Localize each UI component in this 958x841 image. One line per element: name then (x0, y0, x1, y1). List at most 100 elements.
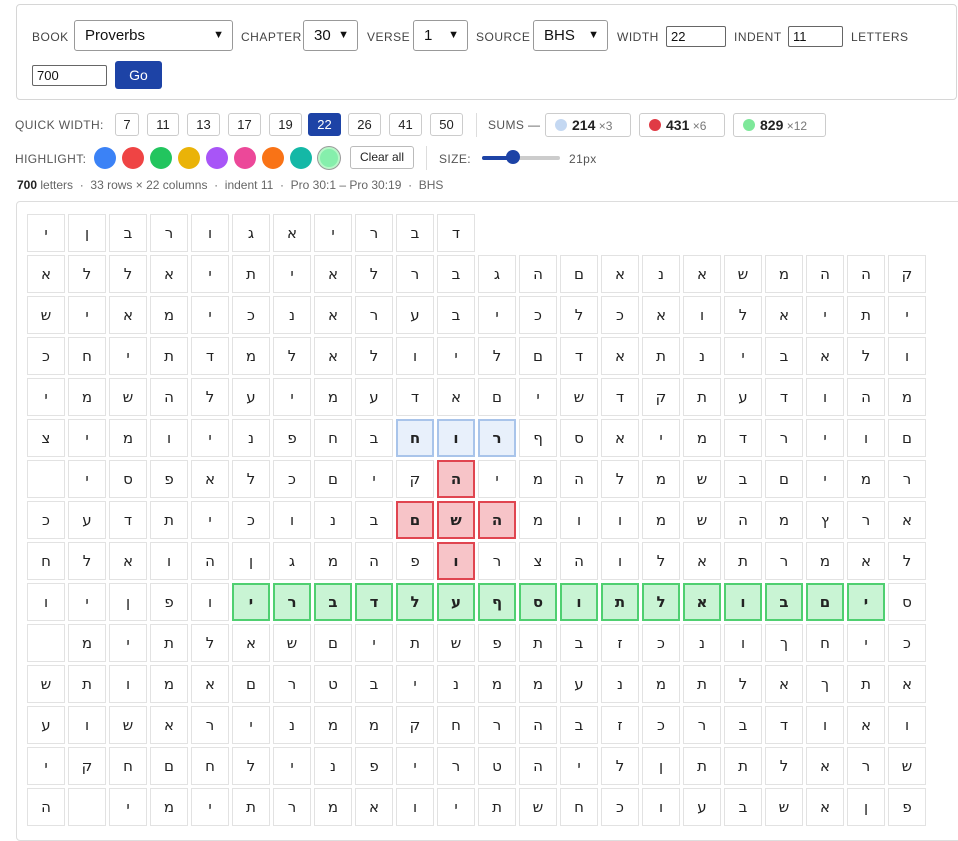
letter-cell[interactable]: ו (437, 419, 475, 457)
letter-cell[interactable]: מ (519, 501, 557, 539)
letter-cell[interactable]: ח (109, 747, 147, 785)
letter-cell[interactable]: מ (314, 706, 352, 744)
letter-cell[interactable]: א (314, 337, 352, 375)
letter-cell[interactable]: ד (601, 378, 639, 416)
letter-cell[interactable]: ו (68, 706, 106, 744)
letter-cell[interactable]: ח (68, 337, 106, 375)
letter-cell[interactable]: ב (560, 624, 598, 662)
letter-cell[interactable]: פ (478, 624, 516, 662)
letter-cell[interactable]: ו (888, 706, 926, 744)
letter-cell[interactable]: י (478, 296, 516, 334)
letter-cell[interactable]: ו (724, 583, 762, 621)
letter-cell[interactable]: י (27, 378, 65, 416)
letter-cell[interactable]: ח (191, 747, 229, 785)
quick-width-50-button[interactable]: 50 (430, 113, 463, 136)
letter-cell[interactable]: מ (314, 378, 352, 416)
letter-cell[interactable]: י (314, 214, 352, 252)
sum-chip[interactable]: 431 ×6 (639, 113, 725, 137)
letter-cell[interactable]: כ (232, 501, 270, 539)
letter-cell[interactable]: ש (683, 460, 721, 498)
letters-input[interactable]: 700 (32, 65, 107, 86)
letter-cell[interactable]: א (847, 706, 885, 744)
letter-cell[interactable]: ל (396, 583, 434, 621)
letter-cell[interactable]: נ (232, 419, 270, 457)
letter-cell[interactable]: ה (847, 378, 885, 416)
letter-cell[interactable]: ל (642, 583, 680, 621)
quick-width-26-button[interactable]: 26 (348, 113, 381, 136)
letter-cell[interactable]: ו (150, 419, 188, 457)
letter-cell[interactable]: ו (27, 583, 65, 621)
letter-cell[interactable]: ה (519, 255, 557, 293)
letter-cell[interactable]: כ (642, 706, 680, 744)
letter-cell[interactable]: ו (806, 706, 844, 744)
letter-cell[interactable]: נ (314, 501, 352, 539)
letter-cell[interactable]: ח (806, 624, 844, 662)
letter-cell[interactable]: ע (396, 296, 434, 334)
letter-cell[interactable]: מ (765, 501, 803, 539)
letter-cell[interactable]: כ (642, 624, 680, 662)
letter-cell[interactable]: ם (519, 337, 557, 375)
letter-cell[interactable]: א (191, 460, 229, 498)
letter-cell[interactable]: ן (68, 214, 106, 252)
letter-cell[interactable]: ת (847, 665, 885, 703)
letter-cell[interactable]: ל (273, 337, 311, 375)
letter-cell[interactable]: ל (232, 747, 270, 785)
letter-cell[interactable] (27, 624, 65, 662)
letter-cell[interactable]: י (273, 255, 311, 293)
letter-cell[interactable]: ם (478, 378, 516, 416)
letter-cell[interactable]: מ (68, 624, 106, 662)
letter-cell[interactable]: נ (683, 624, 721, 662)
go-button[interactable]: Go (115, 61, 162, 89)
letter-cell[interactable]: ב (314, 583, 352, 621)
letter-cell[interactable]: ל (724, 296, 762, 334)
letter-cell[interactable]: ו (724, 624, 762, 662)
letter-cell[interactable]: ו (683, 296, 721, 334)
letter-cell[interactable] (27, 460, 65, 498)
quick-width-11-button[interactable]: 11 (147, 113, 179, 136)
letter-cell[interactable]: מ (519, 460, 557, 498)
letter-cell[interactable]: כ (601, 788, 639, 826)
letter-cell[interactable]: פ (355, 747, 393, 785)
letter-cell[interactable]: א (191, 665, 229, 703)
width-input[interactable]: 22 (666, 26, 726, 47)
letter-cell[interactable]: ר (478, 706, 516, 744)
letter-cell[interactable]: ע (724, 378, 762, 416)
verse-select[interactable]: 1 ▼ (413, 20, 468, 51)
size-slider-handle[interactable] (506, 150, 521, 164)
highlight-color-swatch[interactable] (178, 147, 200, 169)
letter-cell[interactable]: ז (601, 624, 639, 662)
letter-cell[interactable]: ם (765, 460, 803, 498)
letter-cell[interactable]: ר (478, 542, 516, 580)
letter-cell[interactable]: ת (724, 747, 762, 785)
letter-cell[interactable]: ה (150, 378, 188, 416)
letter-cell[interactable]: ר (683, 706, 721, 744)
letter-cell[interactable]: א (601, 337, 639, 375)
size-slider[interactable] (482, 150, 560, 164)
letter-cell[interactable]: ת (232, 255, 270, 293)
letter-cell[interactable]: ר (355, 296, 393, 334)
letter-cell[interactable]: ג (478, 255, 516, 293)
letter-cell[interactable]: ל (642, 542, 680, 580)
letter-cell[interactable]: ל (724, 665, 762, 703)
letter-cell[interactable]: י (437, 337, 475, 375)
letter-cell[interactable]: נ (683, 337, 721, 375)
quick-width-17-button[interactable]: 17 (228, 113, 261, 136)
highlight-color-swatch[interactable] (206, 147, 228, 169)
letter-cell[interactable]: א (683, 255, 721, 293)
letter-cell[interactable]: ד (109, 501, 147, 539)
letter-cell[interactable]: י (396, 747, 434, 785)
letter-cell[interactable]: ס (888, 583, 926, 621)
letter-cell[interactable]: ד (191, 337, 229, 375)
letter-cell[interactable]: מ (642, 460, 680, 498)
letter-cell[interactable]: י (109, 624, 147, 662)
letter-cell[interactable]: ש (437, 624, 475, 662)
source-select[interactable]: BHS ▼ (533, 20, 608, 51)
letter-cell[interactable]: ן (232, 542, 270, 580)
letter-cell[interactable]: י (355, 624, 393, 662)
letter-cell[interactable]: ע (683, 788, 721, 826)
letter-cell[interactable]: כ (888, 624, 926, 662)
letter-cell[interactable]: ב (355, 419, 393, 457)
letter-cell[interactable]: ה (724, 501, 762, 539)
letter-cell[interactable]: ל (765, 747, 803, 785)
letter-cell[interactable]: ח (27, 542, 65, 580)
